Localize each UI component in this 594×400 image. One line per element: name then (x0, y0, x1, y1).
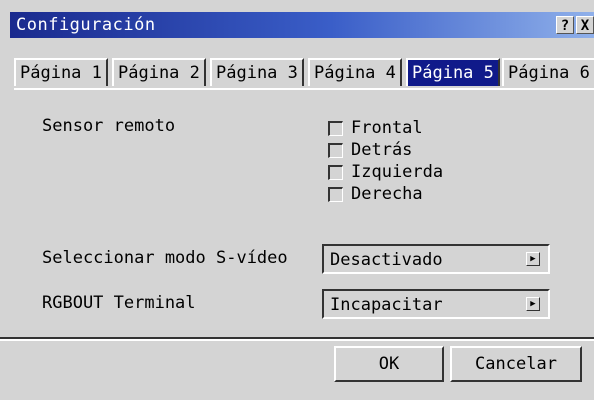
tab-pagina-1[interactable]: Página 1 (14, 58, 108, 86)
tab-pagina-4[interactable]: Página 4 (308, 58, 402, 86)
tab-strip: Página 1 Página 2 Página 3 Página 4 Pági… (14, 58, 594, 88)
tab-pagina-5[interactable]: Página 5 (406, 58, 500, 86)
close-icon[interactable]: X (576, 16, 594, 34)
checkbox-label: Izquierda (351, 162, 444, 182)
cancel-button[interactable]: Cancelar (450, 346, 582, 382)
checkbox-box[interactable] (328, 120, 343, 136)
ok-button[interactable]: OK (334, 346, 444, 382)
help-icon[interactable]: ? (556, 16, 574, 34)
checkbox-derecha[interactable]: Derecha (328, 184, 423, 204)
divider-highlight (0, 339, 594, 341)
rgbout-select[interactable]: Incapacitar ▶ (322, 289, 550, 319)
checkbox-label: Frontal (351, 118, 423, 138)
checkbox-detras[interactable]: Detrás (328, 140, 412, 160)
configuration-dialog: Configuración ? X Página 1 Página 2 Pági… (0, 0, 594, 400)
checkbox-label: Derecha (351, 184, 423, 204)
svideo-mode-value: Desactivado (330, 250, 443, 270)
checkbox-izquierda[interactable]: Izquierda (328, 162, 443, 182)
svideo-mode-select[interactable]: Desactivado ▶ (322, 244, 550, 274)
tab-panel-edge (14, 88, 594, 90)
remote-sensor-label: Sensor remoto (42, 116, 176, 136)
dialog-title: Configuración (16, 15, 156, 35)
dropdown-arrow-icon[interactable]: ▶ (526, 297, 540, 311)
tab-pagina-3[interactable]: Página 3 (210, 58, 304, 86)
dropdown-arrow-icon[interactable]: ▶ (526, 252, 540, 266)
tab-pagina-6[interactable]: Página 6 (502, 58, 594, 86)
title-bar[interactable]: Configuración ? X (10, 12, 594, 38)
checkbox-frontal[interactable]: Frontal (328, 118, 423, 138)
checkbox-label: Detrás (351, 140, 413, 160)
checkbox-box[interactable] (328, 186, 343, 202)
svideo-mode-label: Seleccionar modo S-vídeo (42, 248, 288, 268)
rgbout-value: Incapacitar (330, 295, 443, 315)
tab-pagina-2[interactable]: Página 2 (112, 58, 206, 86)
checkbox-box[interactable] (328, 164, 343, 180)
rgbout-label: RGBOUT Terminal (42, 293, 196, 313)
checkbox-box[interactable] (328, 142, 343, 158)
